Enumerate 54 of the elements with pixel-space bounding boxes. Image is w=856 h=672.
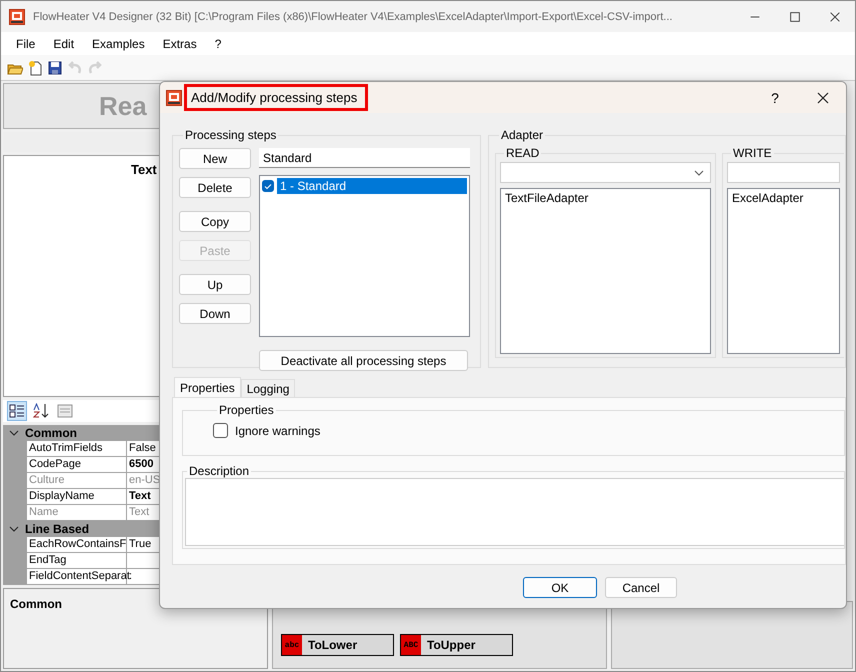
step-name-field[interactable]: Standard [259, 148, 470, 168]
adapter-item[interactable]: ExcelAdapter [732, 191, 835, 205]
step-action-button[interactable]: Delete [179, 177, 251, 198]
deactivate-button[interactable]: Deactivate all processing steps [259, 350, 468, 371]
adapter-title: Rea [99, 90, 147, 122]
step-action-button[interactable]: Up [179, 274, 251, 295]
category-title: Line Based [25, 522, 90, 536]
function-icon: ABC [401, 635, 421, 655]
property-name: EachRowContainsF [27, 537, 127, 552]
group-title: WRITE [732, 146, 773, 160]
group-title: Properties [218, 403, 275, 417]
group-title: Processing steps [184, 128, 278, 142]
menu-item[interactable]: Edit [44, 36, 84, 50]
adapter-item[interactable]: TextFileAdapter [505, 191, 706, 205]
menu-item[interactable]: ? [206, 36, 230, 50]
function-block[interactable]: ABC ToUpper [400, 634, 513, 656]
function-label: ToLower [308, 638, 358, 652]
dialog-title: Add/Modify processing steps [184, 84, 368, 111]
function-label: ToUpper [427, 638, 476, 652]
property-name: EndTag [27, 553, 127, 568]
property-name: Name [27, 505, 127, 520]
menu-item[interactable]: Examples [83, 36, 154, 50]
description-title: Common [10, 597, 62, 611]
menu-item[interactable]: Extras [154, 36, 206, 50]
step-item[interactable]: 1 - Standard [277, 178, 467, 194]
dialog-app-icon [166, 90, 182, 106]
window-title: FlowHeater V4 Designer (32 Bit) [C:\Program Files (x86)\FlowHeater V4\Examples\ExcelAdapter\Import-Export\Excel-CSV-import... [33, 10, 674, 22]
step-checkbox[interactable] [262, 180, 274, 192]
step-action-button[interactable]: Down [179, 303, 251, 324]
property-name: Culture [27, 473, 127, 488]
categorized-view-icon[interactable] [7, 401, 27, 421]
group-title: Adapter [500, 128, 544, 142]
property-name: CodePage [27, 457, 127, 472]
property-name: DisplayName [27, 489, 127, 504]
tab[interactable]: Logging [240, 379, 296, 397]
tab[interactable]: Properties [174, 377, 241, 397]
chevron-icon [694, 170, 704, 176]
group-title: Description [188, 464, 250, 478]
help-button[interactable]: ? [752, 82, 798, 112]
function-block[interactable]: abc ToLower [281, 634, 394, 656]
step-action-button[interactable]: New [179, 148, 251, 169]
menu-item[interactable]: File [7, 36, 44, 50]
cancel-button[interactable]: Cancel [605, 577, 677, 598]
node-title: Text [131, 162, 157, 178]
ok-button[interactable]: OK [523, 577, 597, 598]
function-icon: abc [282, 635, 302, 655]
description-field[interactable] [185, 478, 844, 546]
step-action-button[interactable]: Copy [179, 211, 251, 232]
group-title: READ [505, 146, 540, 160]
checkmark-icon [264, 182, 272, 190]
app-icon [9, 8, 25, 24]
category-title: Common [25, 426, 77, 440]
property-name: AutoTrimFields [27, 441, 127, 456]
new-document-icon[interactable] [27, 60, 43, 76]
